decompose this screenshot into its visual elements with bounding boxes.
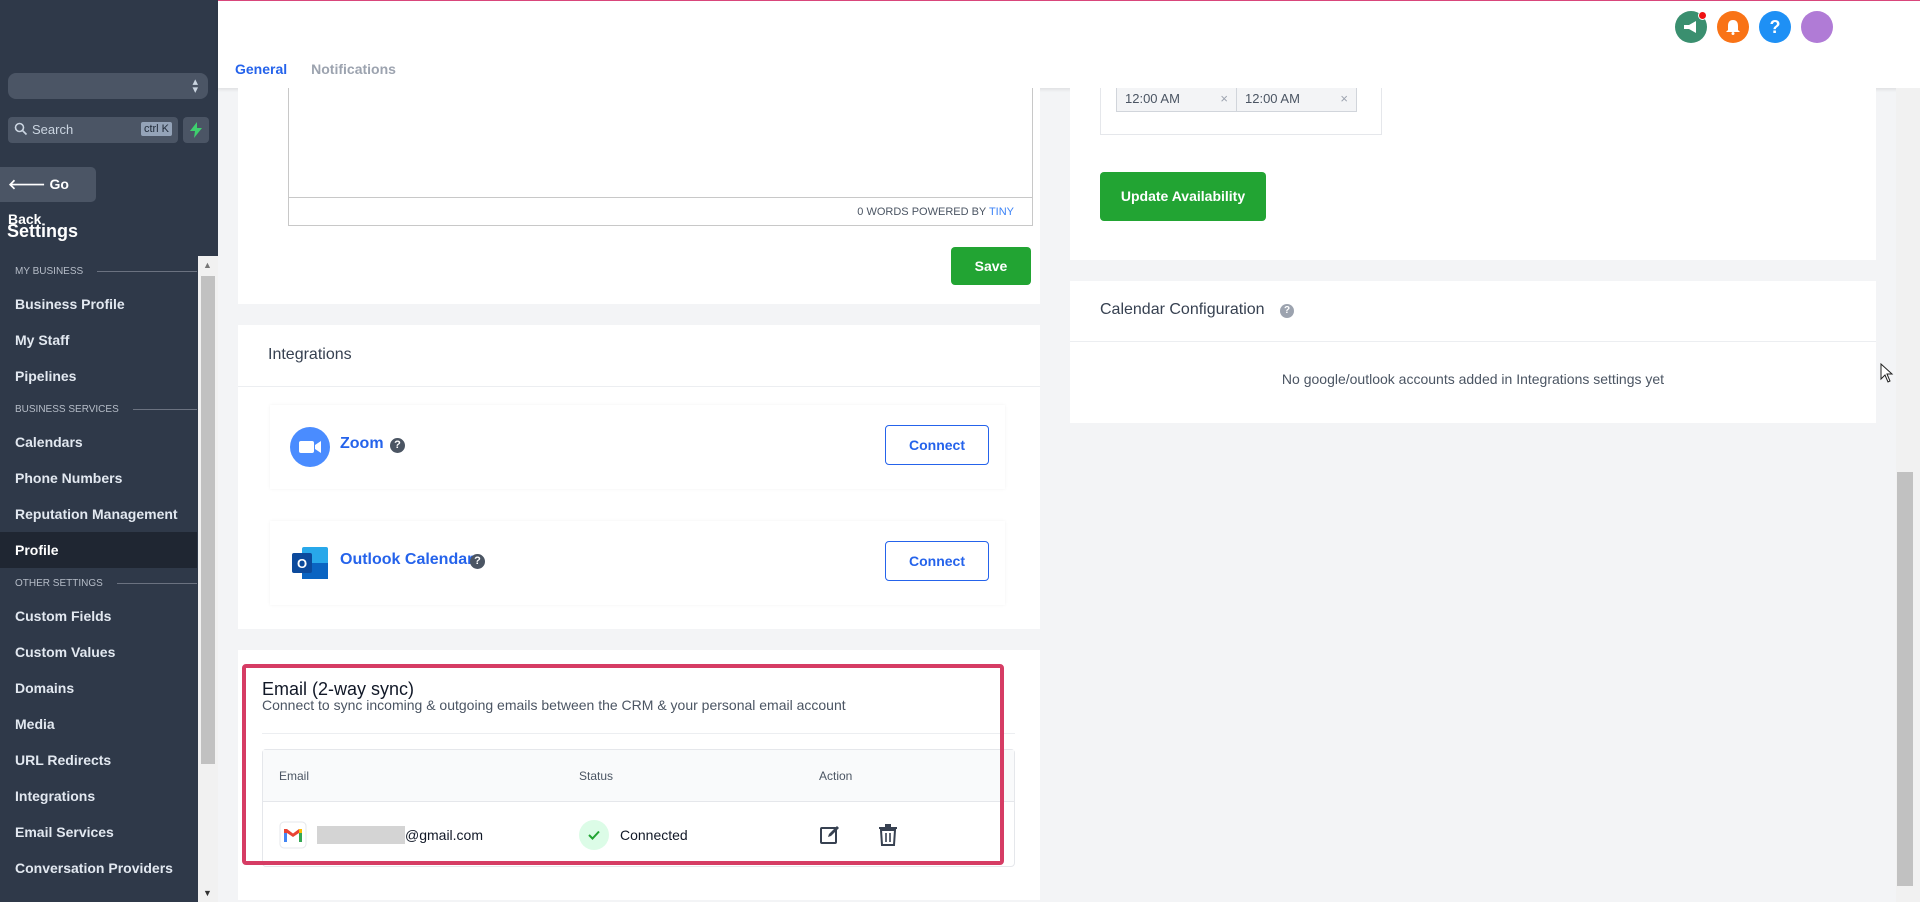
- sidebar-scrollbar[interactable]: ▲ ▼: [198, 256, 218, 902]
- settings-menu: MY BUSINESS Business Profile My Staff Pi…: [0, 256, 197, 902]
- scroll-down-icon[interactable]: ▼: [203, 888, 212, 898]
- zoom-icon: [290, 427, 330, 467]
- page-scrollbar[interactable]: [1896, 88, 1920, 902]
- section-header-my-business: MY BUSINESS: [0, 256, 197, 286]
- signature-card: 0 WORDS POWERED BY TINY Save: [238, 88, 1040, 304]
- end-time-value: 12:00 AM: [1245, 91, 1300, 106]
- chevron-updown-icon: ▴ ▾: [192, 76, 198, 96]
- sidebar-item-integrations[interactable]: Integrations: [0, 778, 197, 814]
- settings-tabs: General Notifications: [235, 61, 396, 83]
- rich-text-editor[interactable]: 0 WORDS POWERED BY TINY: [288, 88, 1033, 226]
- tab-general[interactable]: General: [235, 61, 287, 83]
- section-header-business-services: BUSINESS SERVICES: [0, 394, 197, 424]
- sidebar-item-custom-fields[interactable]: Custom Fields: [0, 598, 197, 634]
- outlook-integration-row: O Outlook Calendar ? Connect: [270, 521, 1005, 605]
- avatar[interactable]: [1801, 11, 1833, 43]
- notification-dot: [1698, 11, 1707, 20]
- svg-text:O: O: [297, 556, 307, 571]
- settings-title: Settings: [7, 221, 79, 241]
- sidebar-item-business-profile[interactable]: Business Profile: [0, 286, 197, 322]
- availability-card: 12:00 AM × 12:00 AM × Update Availabilit…: [1070, 88, 1876, 260]
- divider: [238, 386, 1040, 387]
- start-time-value: 12:00 AM: [1125, 91, 1180, 106]
- go-back-button[interactable]: 🡐 Go Back: [0, 167, 96, 227]
- zoom-integration-row: Zoom ? Connect: [270, 405, 1005, 489]
- help-icon[interactable]: ?: [1759, 11, 1791, 43]
- editor-status-bar: 0 WORDS POWERED BY TINY: [289, 197, 1032, 225]
- help-icon[interactable]: ?: [1280, 304, 1294, 318]
- arrow-left-icon: 🡐: [8, 176, 46, 192]
- sidebar-item-calendars[interactable]: Calendars: [0, 424, 197, 460]
- help-icon[interactable]: ?: [470, 554, 485, 569]
- tab-notifications[interactable]: Notifications: [311, 61, 396, 83]
- section-header-other-settings: OTHER SETTINGS: [0, 568, 197, 598]
- divider: [1070, 341, 1876, 342]
- sidebar-item-domains[interactable]: Domains: [0, 670, 197, 706]
- integrations-title: Integrations: [268, 346, 352, 363]
- outlook-connect-button[interactable]: Connect: [885, 541, 989, 581]
- search-input[interactable]: Search ctrl K: [8, 117, 178, 143]
- sidebar-item-conversation-providers[interactable]: Conversation Providers: [0, 850, 197, 886]
- search-shortcut: ctrl K: [140, 122, 172, 136]
- calendar-configuration-title: Calendar Configuration: [1100, 301, 1265, 318]
- cursor-icon: [1880, 363, 1894, 383]
- bell-icon[interactable]: [1717, 11, 1749, 43]
- header-actions: ?: [1675, 11, 1833, 43]
- sidebar-item-phone-numbers[interactable]: Phone Numbers: [0, 460, 197, 496]
- main-content: 0 WORDS POWERED BY TINY Save Integration…: [218, 88, 1896, 902]
- highlight-box: [242, 664, 1004, 865]
- scroll-up-icon[interactable]: ▲: [203, 260, 212, 270]
- search-icon: [14, 122, 28, 136]
- sidebar-item-reputation-management[interactable]: Reputation Management: [0, 496, 197, 532]
- lightning-icon: [190, 122, 202, 138]
- outlook-icon: O: [292, 547, 328, 579]
- search-placeholder: Search: [32, 122, 74, 137]
- save-button[interactable]: Save: [951, 247, 1031, 285]
- outlook-calendar-name[interactable]: Outlook Calendar: [340, 551, 473, 569]
- powered-by: POWERED BY: [911, 206, 987, 218]
- sidebar-item-url-redirects[interactable]: URL Redirects: [0, 742, 197, 778]
- calendar-configuration-card: Calendar Configuration ? No google/outlo…: [1070, 281, 1876, 423]
- sidebar-item-my-staff[interactable]: My Staff: [0, 322, 197, 358]
- page-scroll-thumb[interactable]: [1897, 472, 1913, 886]
- zoom-name[interactable]: Zoom: [340, 435, 384, 453]
- sidebar-item-email-services[interactable]: Email Services: [0, 814, 197, 850]
- top-header: General Notifications ?: [218, 0, 1920, 88]
- sidebar-item-profile[interactable]: Profile: [0, 532, 197, 568]
- update-availability-button[interactable]: Update Availability: [1100, 172, 1266, 221]
- help-icon[interactable]: ?: [390, 438, 405, 453]
- megaphone-icon[interactable]: [1675, 11, 1707, 43]
- clear-icon[interactable]: ×: [1220, 88, 1228, 111]
- clear-icon[interactable]: ×: [1340, 88, 1348, 111]
- sidebar-item-pipelines[interactable]: Pipelines: [0, 358, 197, 394]
- word-count: 0 WORDS: [857, 206, 909, 218]
- time-range-group: 12:00 AM × 12:00 AM ×: [1100, 88, 1382, 135]
- empty-message: No google/outlook accounts added in Inte…: [1281, 371, 1665, 387]
- end-time-input[interactable]: 12:00 AM ×: [1236, 88, 1357, 112]
- start-time-input[interactable]: 12:00 AM ×: [1116, 88, 1237, 112]
- location-switcher[interactable]: ▴ ▾: [8, 73, 208, 99]
- sidebar-item-media[interactable]: Media: [0, 706, 197, 742]
- integrations-card: Integrations Zoom ? Connect O Outlook Ca…: [238, 325, 1040, 629]
- sidebar-item-custom-values[interactable]: Custom Values: [0, 634, 197, 670]
- tiny-link[interactable]: TINY: [989, 206, 1014, 218]
- sidebar: ▴ ▾ Search ctrl K 🡐 Go Back Settings MY B…: [0, 0, 218, 902]
- sidebar-scroll-thumb[interactable]: [201, 276, 215, 764]
- zoom-connect-button[interactable]: Connect: [885, 425, 989, 465]
- quick-action-button[interactable]: [183, 117, 209, 143]
